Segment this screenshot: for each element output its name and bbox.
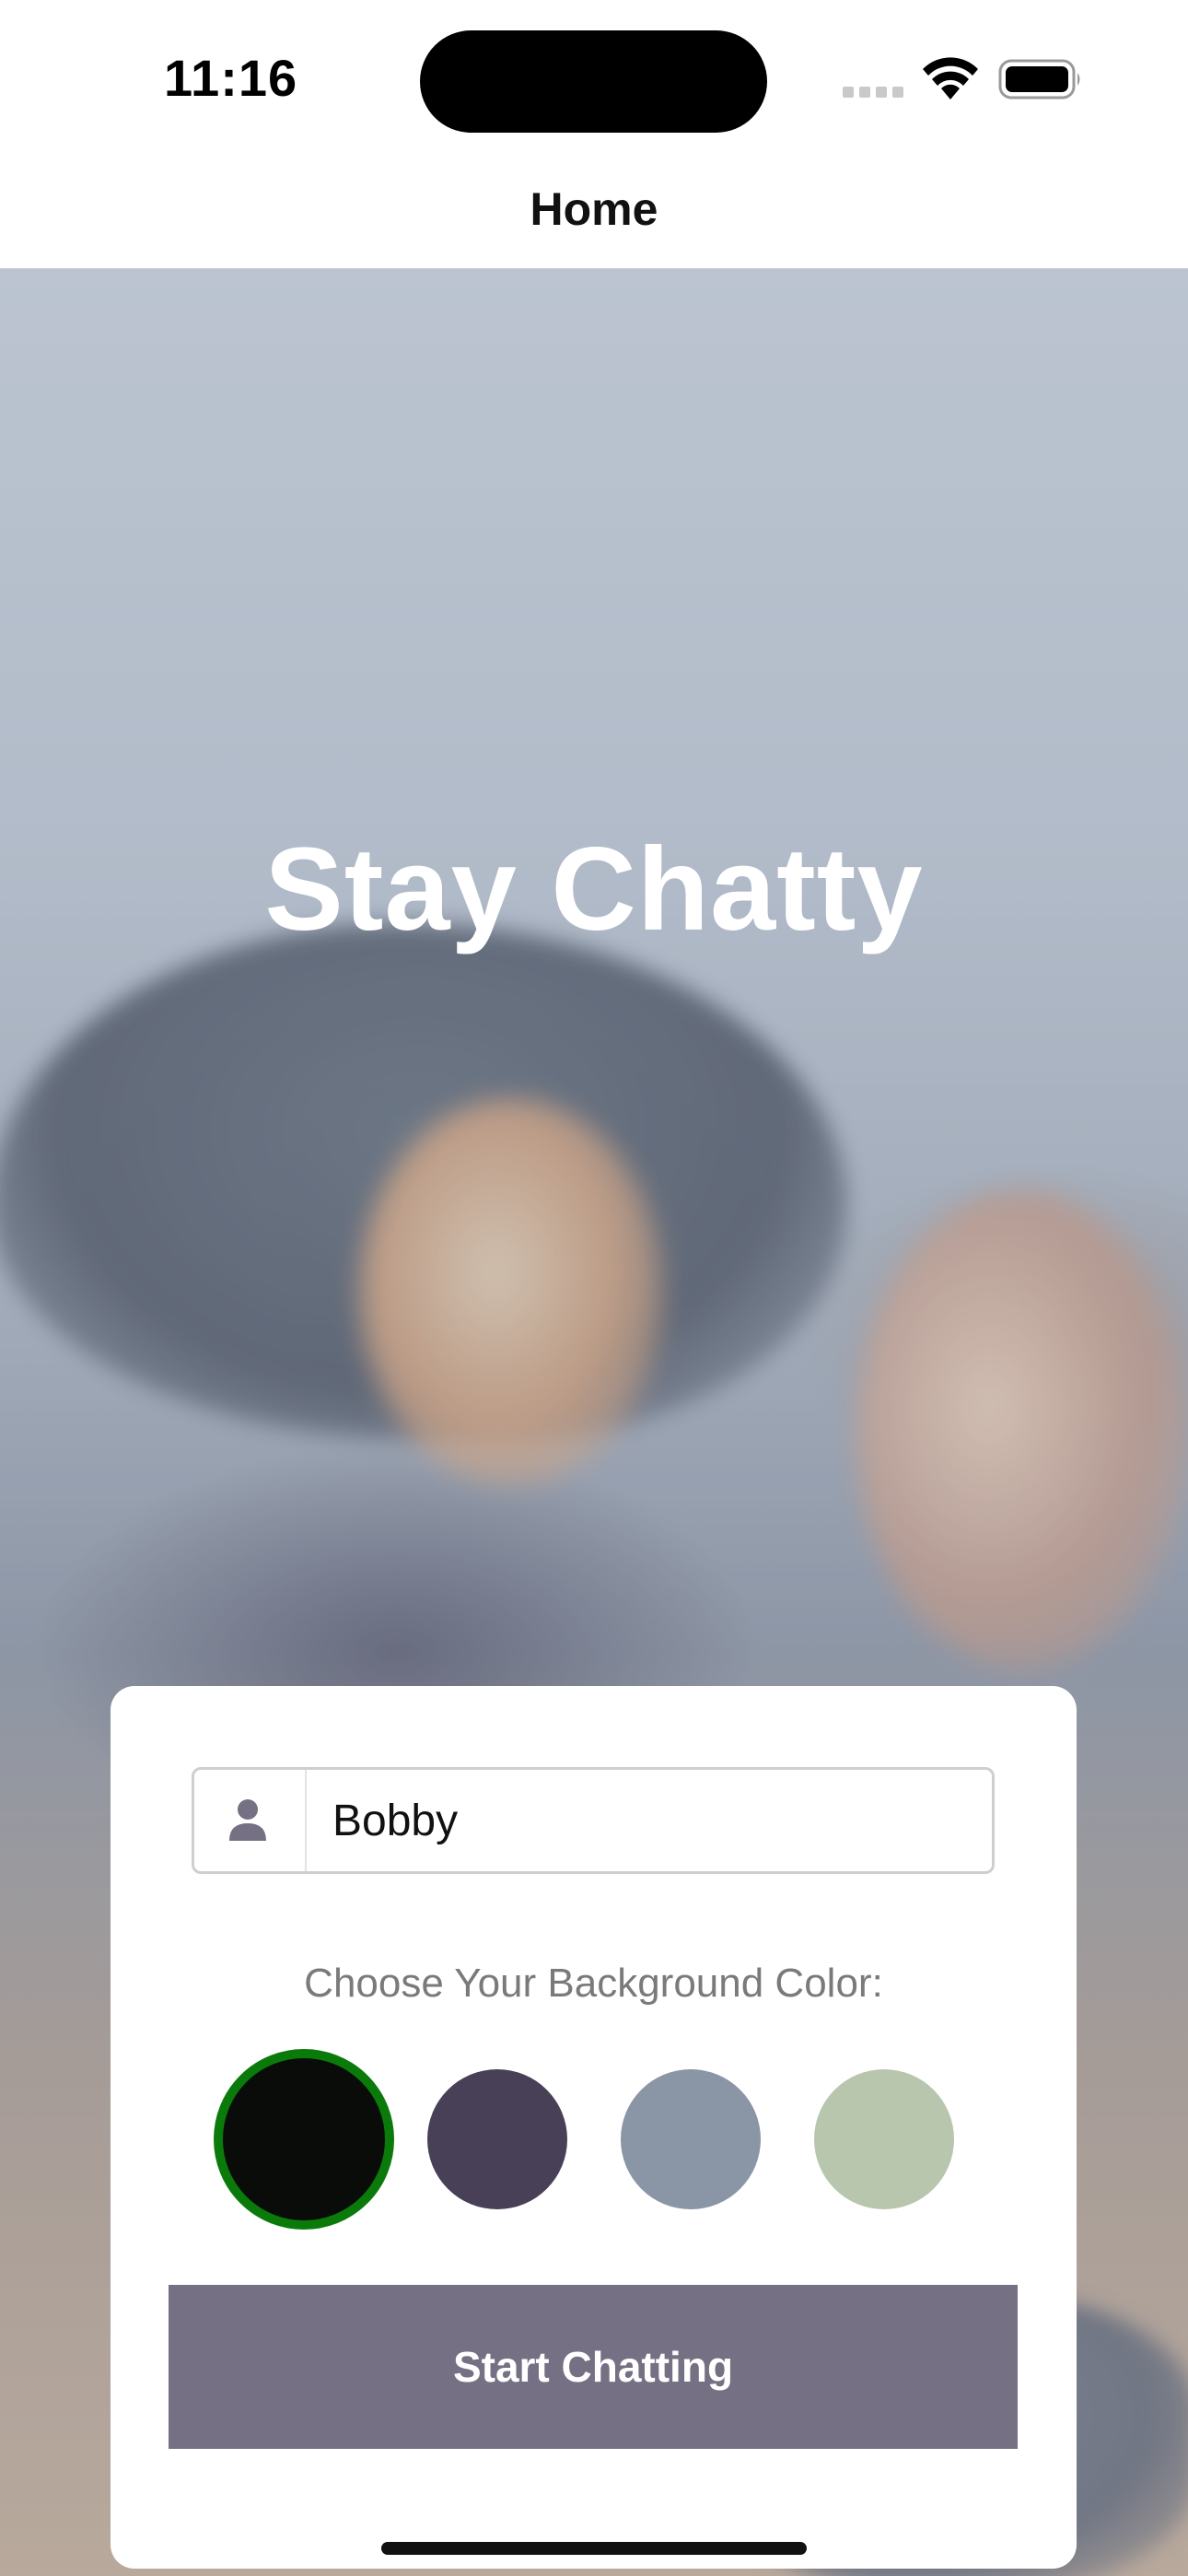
nav-title: Home xyxy=(530,183,658,235)
status-bar: 11:16 xyxy=(0,0,1188,157)
person-icon xyxy=(194,1770,307,1871)
color-swatch-2[interactable] xyxy=(427,2069,567,2209)
name-input[interactable] xyxy=(307,1770,988,1871)
wifi-icon xyxy=(923,57,978,100)
color-swatch-3[interactable] xyxy=(621,2069,761,2209)
start-card: Choose Your Background Color: Start Chat… xyxy=(111,1686,1077,2569)
app-title: Stay Chatty xyxy=(264,824,924,955)
color-swatch-1[interactable] xyxy=(214,2049,394,2230)
home-indicator[interactable] xyxy=(381,2542,807,2555)
background-image: Stay Chatty Choose Your Background Color… xyxy=(0,269,1188,2576)
navigation-bar: Home xyxy=(0,157,1188,270)
color-choice-label: Choose Your Background Color: xyxy=(304,1961,883,2006)
dynamic-island xyxy=(420,30,767,133)
name-field[interactable] xyxy=(192,1767,995,1874)
app-screen: 11:16 Home Stay Chatty Bobby Choose Your… xyxy=(0,0,1188,2576)
start-chatting-button[interactable]: Start Chatting xyxy=(169,2285,1018,2449)
color-swatch-4[interactable] xyxy=(814,2069,954,2209)
status-time: 11:16 xyxy=(164,49,298,107)
battery-icon xyxy=(998,59,1080,100)
cellular-signal-icon xyxy=(843,87,903,98)
